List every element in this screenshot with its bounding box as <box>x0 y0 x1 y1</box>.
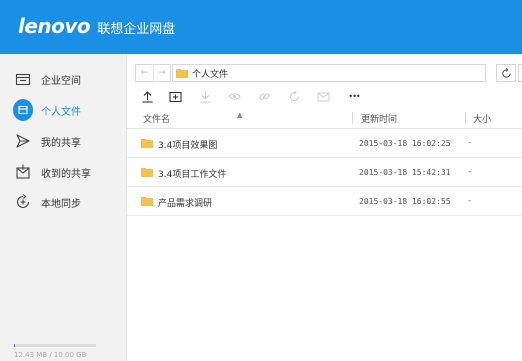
app-window: lenovo 联想企业网盘 企业空间 个人文件 我的共享 收到的共享 本地同步 … <box>0 0 522 361</box>
column-separator[interactable] <box>465 112 466 124</box>
more-button[interactable]: ••• <box>344 88 364 104</box>
column-separator[interactable] <box>352 112 353 124</box>
upload-icon <box>142 90 152 103</box>
storage-progress-fill <box>14 344 15 347</box>
back-arrow-icon: ← <box>140 68 149 78</box>
sort-ascending-icon: ▲ <box>237 111 243 119</box>
file-row[interactable]: 3.4项目效果图 2015-03-18 16:02:25 - <box>127 129 522 158</box>
file-updated-time: 2015-03-18 16:02:55 <box>359 197 451 206</box>
file-size: - <box>468 196 472 206</box>
new-folder-button[interactable] <box>167 88 183 104</box>
sidebar-item-enterprise-space[interactable]: 企业空间 <box>0 64 127 94</box>
file-name[interactable]: 产品需求调研 <box>158 196 212 209</box>
folder-icon <box>141 168 153 177</box>
file-updated-time: 2015-03-18 16:02:25 <box>359 139 451 148</box>
sidebar-item-my-share[interactable]: 我的共享 <box>0 126 127 156</box>
link-icon <box>258 92 270 100</box>
more-icon: ••• <box>348 91 360 101</box>
mail-icon <box>317 92 329 101</box>
file-row[interactable]: 3.4项目工作文件 2015-03-18 15:42:31 - <box>127 158 522 187</box>
new-folder-icon <box>168 91 182 102</box>
email-button[interactable] <box>315 88 331 104</box>
file-name[interactable]: 3.4项目效果图 <box>158 138 217 151</box>
eye-icon <box>227 92 241 100</box>
sidebar-item-label: 我的共享 <box>41 137 81 149</box>
file-size: - <box>468 167 472 177</box>
column-header-name[interactable]: 文件名 <box>143 112 170 125</box>
refresh-icon <box>501 67 511 78</box>
product-name: 联想企业网盘 <box>97 22 176 37</box>
sidebar-item-personal-files[interactable]: 个人文件 <box>0 95 127 125</box>
brand-logo: lenovo 联想企业网盘 <box>18 14 175 38</box>
forward-button[interactable]: → <box>153 65 170 81</box>
history-nav: ← → <box>135 64 171 82</box>
sidebar-item-label: 企业空间 <box>41 75 81 87</box>
sidebar-item-label: 收到的共享 <box>41 168 91 180</box>
current-path: 个人文件 <box>192 69 229 80</box>
app-header: lenovo 联想企业网盘 <box>0 0 522 54</box>
received-share-icon <box>13 162 33 182</box>
search-button-edge[interactable] <box>518 64 522 82</box>
sidebar-item-local-sync[interactable]: 本地同步 <box>0 187 127 217</box>
share-icon <box>289 90 299 101</box>
address-bar-row: ← → 个人文件 <box>135 64 522 82</box>
local-sync-icon <box>13 192 33 212</box>
enterprise-space-icon <box>13 69 33 89</box>
file-name[interactable]: 3.4项目工作文件 <box>158 167 226 180</box>
storage-progress-bar <box>14 344 96 347</box>
path-input[interactable]: 个人文件 <box>172 64 486 82</box>
sidebar-item-received-share[interactable]: 收到的共享 <box>0 157 127 187</box>
sidebar: 企业空间 个人文件 我的共享 收到的共享 本地同步 12.43 MB / 10.… <box>0 54 127 361</box>
download-button[interactable] <box>197 88 213 104</box>
folder-icon <box>141 139 153 148</box>
toolbar: ••• <box>135 88 375 104</box>
upload-button[interactable] <box>139 88 155 104</box>
column-header-time[interactable]: 更新时间 <box>361 112 397 125</box>
download-icon <box>200 90 210 103</box>
personal-files-icon <box>13 99 33 121</box>
refresh-button[interactable] <box>496 64 516 82</box>
sidebar-item-label: 本地同步 <box>41 198 81 210</box>
file-row[interactable]: 产品需求调研 2015-03-18 16:02:55 - <box>127 187 522 216</box>
file-size: - <box>468 138 472 148</box>
share-button[interactable] <box>286 88 302 104</box>
preview-button[interactable] <box>226 88 242 104</box>
my-share-icon <box>13 131 33 151</box>
file-updated-time: 2015-03-18 15:42:31 <box>359 168 451 177</box>
folder-icon <box>176 69 188 78</box>
forward-arrow-icon: → <box>158 68 166 78</box>
sidebar-item-label: 个人文件 <box>41 106 81 118</box>
file-list-header: 文件名 ▲ 更新时间 大小 <box>127 107 522 129</box>
brand-name: lenovo <box>18 14 91 38</box>
link-button[interactable] <box>256 88 272 104</box>
back-button[interactable]: ← <box>136 65 153 81</box>
storage-usage: 12.43 MB / 10.00 GB <box>14 344 114 359</box>
folder-icon <box>141 197 153 206</box>
column-header-size[interactable]: 大小 <box>473 112 491 125</box>
storage-text: 12.43 MB / 10.00 GB <box>14 351 87 359</box>
